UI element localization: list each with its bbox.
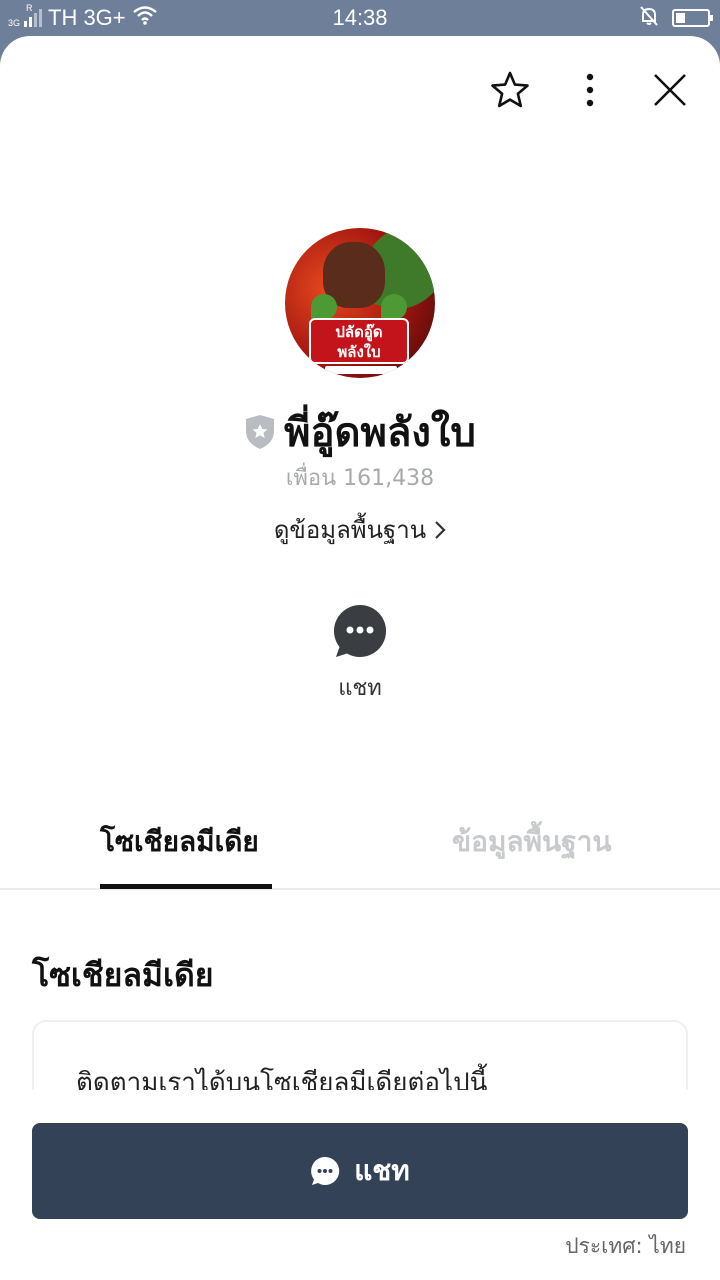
chat-button[interactable]: แชท xyxy=(32,1123,688,1219)
profile-sheet: ปลัดอู๊ด พลังใบ พี่อู๊ดพลังใบ เพื่อน 161… xyxy=(0,36,720,1280)
profile-tabs: โซเชียลมีเดีย ข้อมูลพื้นฐาน xyxy=(0,800,720,890)
carrier-label: TH 3G+ xyxy=(48,5,126,30)
close-button[interactable] xyxy=(650,70,690,110)
chat-bubble-icon xyxy=(333,605,387,657)
avatar-banner: ปลัดอู๊ด พลังใบ xyxy=(309,318,409,364)
profile-name-row: พี่อู๊ดพลังใบ xyxy=(0,400,720,464)
status-right xyxy=(638,5,713,32)
battery-level xyxy=(676,13,685,23)
country-label: ประเทศ: ไทย xyxy=(565,1234,686,1258)
more-button[interactable] xyxy=(570,70,610,110)
header-actions xyxy=(490,70,690,110)
bottom-action-area: แชท ประเทศ: ไทย xyxy=(0,1090,720,1280)
view-basic-info-label: ดูข้อมูลพื้นฐาน xyxy=(273,516,427,544)
active-tab-indicator xyxy=(100,884,272,889)
chat-action-button[interactable] xyxy=(333,604,387,658)
chat-action-label: แชท xyxy=(338,676,382,701)
chat-bubble-small-icon xyxy=(311,1156,340,1185)
tab-basic-info[interactable]: ข้อมูลพื้นฐาน xyxy=(452,820,611,864)
view-basic-info-link[interactable]: ดูข้อมูลพื้นฐาน xyxy=(0,510,720,549)
roaming-indicator: R xyxy=(26,3,33,13)
status-bar: 3G R TH 3G+ 14:38 xyxy=(0,0,720,36)
shield-star-icon xyxy=(246,415,275,449)
chat-button-label: แชท xyxy=(354,1154,410,1187)
more-vertical-icon xyxy=(586,73,594,107)
network-type: 3G xyxy=(8,18,21,28)
status-left: 3G R TH 3G+ xyxy=(8,3,158,31)
avatar-strip xyxy=(325,366,397,374)
mute-bell-icon xyxy=(638,5,660,32)
social-section-title: โซเชียลมีเดีย xyxy=(32,956,214,994)
favorite-button[interactable] xyxy=(490,70,530,110)
friend-count: เพื่อน 161,438 xyxy=(285,466,435,491)
battery-icon xyxy=(672,9,713,27)
profile-avatar[interactable]: ปลัดอู๊ด พลังใบ xyxy=(285,228,435,378)
avatar-leaf-right xyxy=(381,294,407,320)
profile-name: พี่อู๊ดพลังใบ xyxy=(284,410,476,456)
avatar-leaf-left xyxy=(311,294,337,320)
star-outline-icon xyxy=(491,71,529,108)
signal-icon: 3G R xyxy=(8,3,42,28)
tab-social-media[interactable]: โซเชียลมีเดีย xyxy=(100,820,259,864)
wifi-icon xyxy=(132,5,158,31)
close-icon xyxy=(654,74,686,106)
chevron-right-icon xyxy=(435,520,446,539)
